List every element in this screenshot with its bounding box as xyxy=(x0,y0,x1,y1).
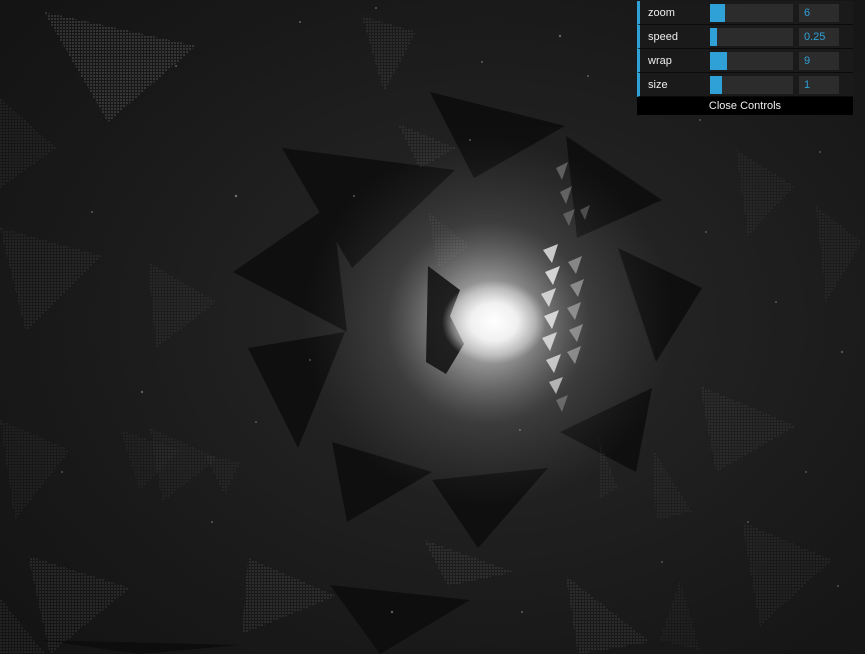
controller-row-wrap: wrap xyxy=(637,49,853,73)
controller-row-size: size xyxy=(637,73,853,97)
zoom-slider[interactable] xyxy=(710,4,793,22)
controls-panel: zoom speed wrap size xyxy=(637,1,853,115)
zoom-label: zoom xyxy=(640,7,710,19)
wrap-label: wrap xyxy=(640,55,710,67)
wrap-slider-fill xyxy=(710,52,727,70)
zoom-value-input[interactable] xyxy=(799,4,839,22)
zoom-slider-fill xyxy=(710,4,725,22)
wrap-slider[interactable] xyxy=(710,52,793,70)
size-slider[interactable] xyxy=(710,76,793,94)
speed-label: speed xyxy=(640,31,710,43)
size-label: size xyxy=(640,79,710,91)
close-controls-button[interactable]: Close Controls xyxy=(637,97,853,115)
size-value-input[interactable] xyxy=(799,76,839,94)
controller-row-zoom: zoom xyxy=(637,1,853,25)
app-stage: zoom speed wrap size xyxy=(0,0,865,654)
size-slider-fill xyxy=(710,76,722,94)
speed-value-input[interactable] xyxy=(799,28,839,46)
wrap-value-input[interactable] xyxy=(799,52,839,70)
tunnel-core xyxy=(442,280,546,364)
speed-slider[interactable] xyxy=(710,28,793,46)
speed-slider-fill xyxy=(710,28,717,46)
controller-row-speed: speed xyxy=(637,25,853,49)
